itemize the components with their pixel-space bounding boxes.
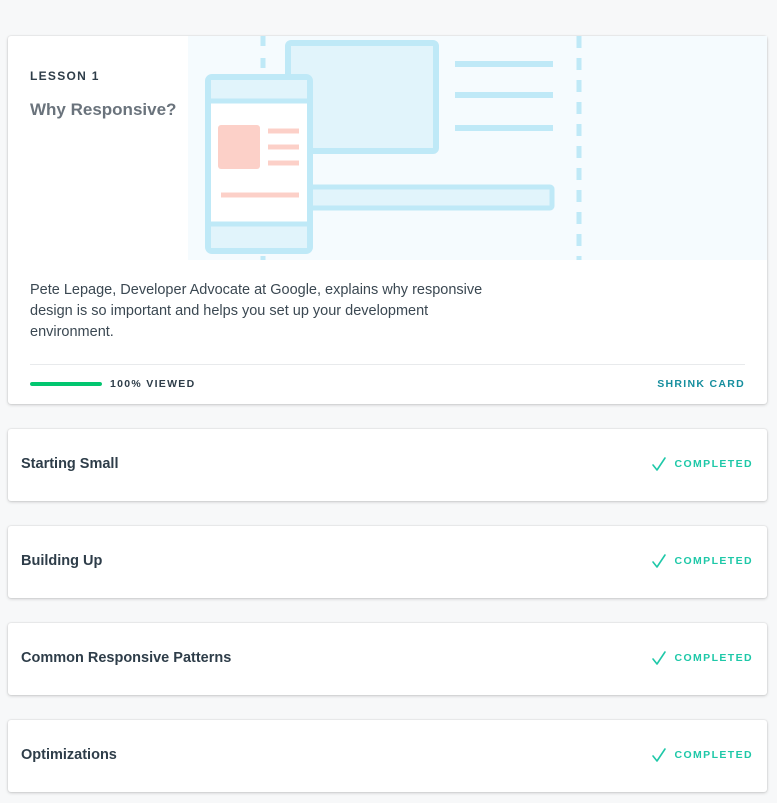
progress-bar-fill (30, 382, 102, 386)
phone-image-placeholder (218, 125, 260, 169)
lesson-card-expanded: LESSON 1 Why Responsive? Pete Lepage, De… (8, 36, 767, 404)
lesson-hero: LESSON 1 Why Responsive? (8, 36, 767, 260)
lesson-title: Why Responsive? (30, 100, 177, 119)
progress-label: 100% VIEWED (110, 378, 196, 390)
lesson-description: Pete Lepage, Developer Advocate at Googl… (30, 282, 483, 340)
lesson-row[interactable]: Optimizations COMPLETED (8, 720, 767, 792)
lesson-row[interactable]: Building Up COMPLETED (8, 526, 767, 598)
phone-footer (211, 226, 307, 248)
progress-bar (30, 382, 102, 386)
status-text: COMPLETED (674, 652, 753, 664)
checkmark-icon (652, 748, 667, 762)
completed-status: COMPLETED (651, 747, 753, 763)
status-text: COMPLETED (674, 749, 753, 761)
completed-status: COMPLETED (651, 553, 753, 569)
responsive-devices-illustration-icon (205, 36, 582, 260)
completed-status: COMPLETED (651, 650, 753, 666)
lesson-row[interactable]: Starting Small COMPLETED (8, 429, 767, 501)
shrink-card-button[interactable]: SHRINK CARD (657, 378, 745, 390)
lesson-row-title: Building Up (21, 553, 103, 569)
lesson-row-title: Starting Small (21, 456, 119, 472)
lesson-row-title: Optimizations (21, 747, 117, 763)
phone-header (211, 80, 307, 100)
card-divider (30, 364, 745, 365)
wide-bar (302, 184, 555, 211)
completed-status: COMPLETED (651, 456, 753, 472)
status-text: COMPLETED (674, 458, 753, 470)
status-text: COMPLETED (674, 555, 753, 567)
lesson-row-title: Common Responsive Patterns (21, 650, 232, 666)
checkmark-icon (652, 554, 667, 568)
lesson-row[interactable]: Common Responsive Patterns COMPLETED (8, 623, 767, 695)
checkmark-icon (652, 457, 667, 471)
checkmark-icon (652, 651, 667, 665)
lesson-number-label: LESSON 1 (30, 69, 100, 83)
